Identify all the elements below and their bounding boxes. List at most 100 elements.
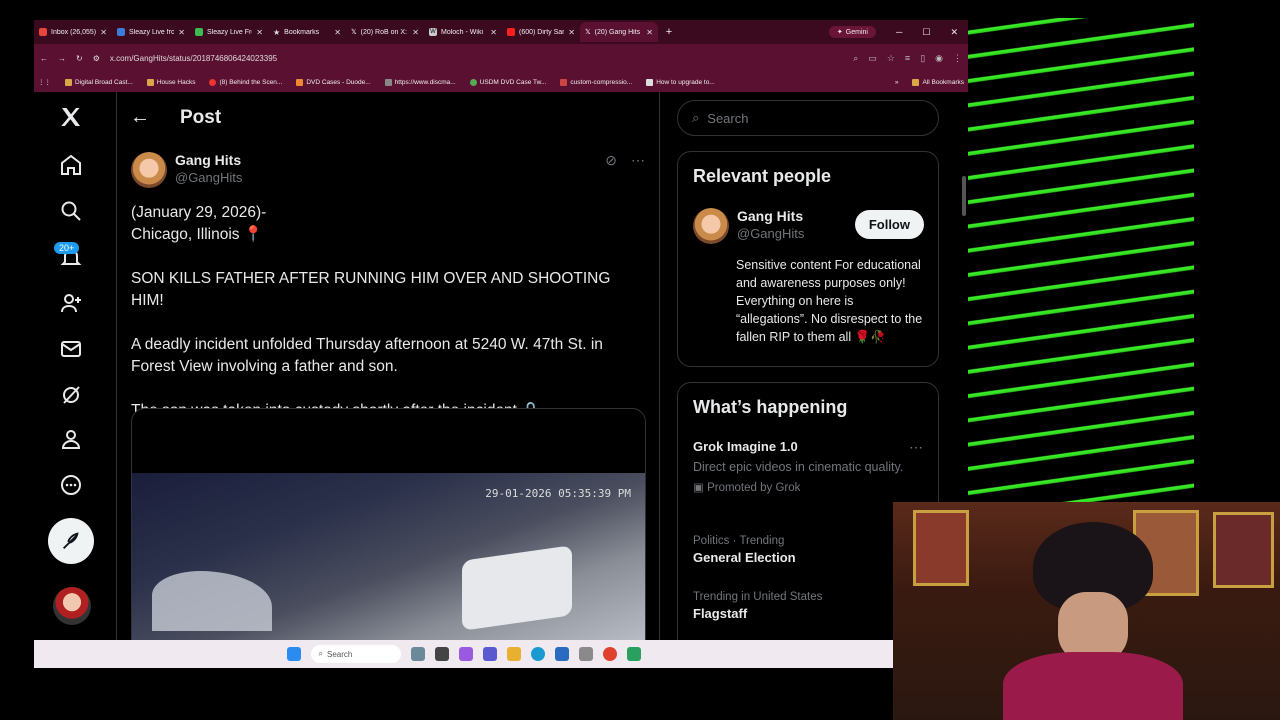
windows-start-icon[interactable]: [286, 647, 301, 661]
zoom-icon[interactable]: ⌕: [853, 53, 858, 64]
tab-moloch-wiki[interactable]: W Moloch - Wiki ✕: [424, 22, 502, 42]
bookmark-item[interactable]: Digital Broad Cast...: [65, 78, 133, 86]
trend-item[interactable]: Trending in United States Flagstaff: [693, 591, 923, 621]
search-icon: ⌕: [692, 110, 700, 125]
close-icon[interactable]: ✕: [568, 28, 575, 37]
app-icon[interactable]: [626, 647, 641, 661]
extensions-icon[interactable]: ≡: [905, 53, 910, 64]
taskbar-search[interactable]: ⌕ Search: [310, 645, 401, 663]
scrollbar[interactable]: [962, 176, 966, 216]
all-bookmarks-label: All Bookmarks: [922, 78, 964, 86]
profile-icon[interactable]: ◉: [935, 53, 943, 64]
close-icon[interactable]: ✕: [490, 28, 497, 37]
cast-icon[interactable]: ▭: [868, 53, 877, 64]
person-name[interactable]: Gang Hits: [737, 208, 804, 224]
bookmark-item[interactable]: How to upgrade to...: [646, 78, 715, 86]
url-field[interactable]: x.com/GangHits/status/201874680642402339…: [110, 54, 843, 63]
avatar[interactable]: [131, 152, 167, 188]
file-explorer-icon[interactable]: [506, 647, 521, 661]
video-frame[interactable]: 29-01-2026 05:35:39 PM: [132, 473, 645, 640]
teams-icon[interactable]: [482, 647, 497, 661]
bookmark-item[interactable]: DVD Cases - Duode...: [296, 78, 371, 86]
bookmark-label: How to upgrade to...: [656, 78, 715, 86]
relevant-people-card: Relevant people Gang Hits @GangHits Foll…: [677, 151, 939, 367]
post-text: (January 29, 2026)- Chicago, Illinois 📍 …: [131, 204, 611, 419]
tab-rob-x[interactable]: 𝕏 (20) RoB on X: ✕: [346, 22, 424, 42]
bookmark-star-icon[interactable]: ☆: [887, 53, 895, 64]
forward-icon[interactable]: →: [58, 54, 66, 63]
x-logo-icon[interactable]: [50, 96, 92, 138]
back-arrow-icon[interactable]: ←: [130, 106, 150, 129]
close-icon[interactable]: ✕: [256, 28, 263, 37]
close-icon[interactable]: ✕: [412, 28, 419, 37]
close-window-icon[interactable]: ✕: [950, 27, 958, 38]
tab-sleazy-1[interactable]: Sleazy Live from✕: [112, 22, 190, 42]
promoted-icon: ▣: [693, 482, 708, 494]
trend-item[interactable]: Politics · Trending General Election: [693, 535, 923, 565]
edge-icon[interactable]: [530, 647, 545, 661]
messages-icon[interactable]: [50, 328, 92, 370]
follow-button[interactable]: Follow: [854, 210, 924, 239]
trend-title: Flagstaff: [693, 606, 748, 621]
reload-icon[interactable]: ↻: [76, 54, 83, 63]
relevant-person[interactable]: Gang Hits @GangHits: [693, 208, 804, 244]
chrome-icon[interactable]: [602, 647, 617, 661]
compose-post-button[interactable]: [48, 518, 94, 564]
settings-icon[interactable]: [578, 647, 593, 661]
profile-icon[interactable]: [50, 418, 92, 460]
bookmark-item[interactable]: (8) Behind the Scen...: [209, 78, 282, 86]
window-controls: ─ ☐ ✕: [876, 27, 968, 38]
toolbar-icons: ⌕ ▭ ☆ ≡ ▯ ◉ ⋮: [853, 53, 962, 64]
trend-item[interactable]: Grok Imagine 1.0 Direct epic videos in c…: [693, 439, 923, 494]
post-column: ← Post Gang Hits @GangHits ⊘ ⋯ (January …: [116, 92, 660, 640]
more-options-icon[interactable]: ⋯: [631, 152, 645, 169]
site-info-icon[interactable]: ⚙: [93, 54, 100, 63]
close-icon[interactable]: ✕: [646, 28, 653, 37]
grok-icon[interactable]: ⊘: [605, 152, 617, 169]
person-handle[interactable]: @GangHits: [737, 226, 804, 241]
close-icon[interactable]: ✕: [178, 28, 185, 37]
close-icon[interactable]: ✕: [100, 28, 107, 37]
more-icon[interactable]: [50, 464, 92, 506]
task-view-icon[interactable]: [434, 647, 449, 661]
minimize-icon[interactable]: ─: [896, 27, 902, 38]
account-avatar[interactable]: [53, 587, 91, 625]
all-bookmarks-button[interactable]: All Bookmarks: [912, 78, 964, 86]
tab-gang-hits[interactable]: 𝕏 (20) Gang Hits ✕: [580, 22, 658, 42]
home-icon[interactable]: [50, 144, 92, 186]
search-icon[interactable]: [50, 190, 92, 232]
trend-description: Direct epic videos in cinematic quality.: [693, 460, 904, 474]
close-icon[interactable]: ✕: [334, 28, 341, 37]
tab-inbox[interactable]: Inbox (26,055) ✕: [34, 22, 112, 42]
follow-icon[interactable]: [50, 282, 92, 324]
maximize-icon[interactable]: ☐: [922, 27, 930, 38]
author-handle[interactable]: @GangHits: [175, 170, 242, 185]
author-name[interactable]: Gang Hits: [175, 152, 242, 168]
snow-pile: [152, 571, 272, 631]
bookmark-label: Digital Broad Cast...: [75, 78, 133, 86]
sidepanel-icon[interactable]: ▯: [920, 53, 925, 64]
post-author[interactable]: Gang Hits @GangHits: [131, 152, 242, 188]
bookmark-item[interactable]: https://www.discma...: [384, 78, 456, 86]
grok-icon[interactable]: [50, 374, 92, 416]
tab-bookmarks[interactable]: ★ Bookmarks ✕: [268, 22, 346, 42]
search-input[interactable]: ⌕ Search: [677, 100, 939, 136]
menu-icon[interactable]: ⋮: [953, 53, 962, 64]
bookmark-item[interactable]: custom-compressio...: [560, 78, 632, 86]
avatar[interactable]: [693, 208, 729, 244]
tab-title: (20) Gang Hits: [594, 28, 641, 36]
post-media[interactable]: 29-01-2026 05:35:39 PM: [131, 408, 646, 640]
bookmark-item[interactable]: USDM DVD Case Tw...: [469, 78, 546, 86]
tab-youtube[interactable]: (600) Dirty San ✕: [502, 22, 580, 42]
new-tab-button[interactable]: +: [658, 26, 680, 38]
widgets-icon[interactable]: [410, 647, 425, 661]
bookmark-item[interactable]: House Hacks: [146, 78, 195, 86]
tab-sleazy-2[interactable]: Sleazy Live From ✕: [190, 22, 268, 42]
browser-window: Inbox (26,055)✕ Sleazy Live from✕ Sleazy…: [34, 20, 968, 640]
apps-icon[interactable]: ⋮⋮: [38, 78, 51, 86]
bookmarks-overflow-button[interactable]: »: [895, 79, 899, 86]
gemini-button[interactable]: ✦ Gemini: [828, 26, 876, 38]
back-icon[interactable]: ←: [40, 54, 48, 63]
store-icon[interactable]: [554, 647, 569, 661]
copilot-icon[interactable]: [458, 647, 473, 661]
